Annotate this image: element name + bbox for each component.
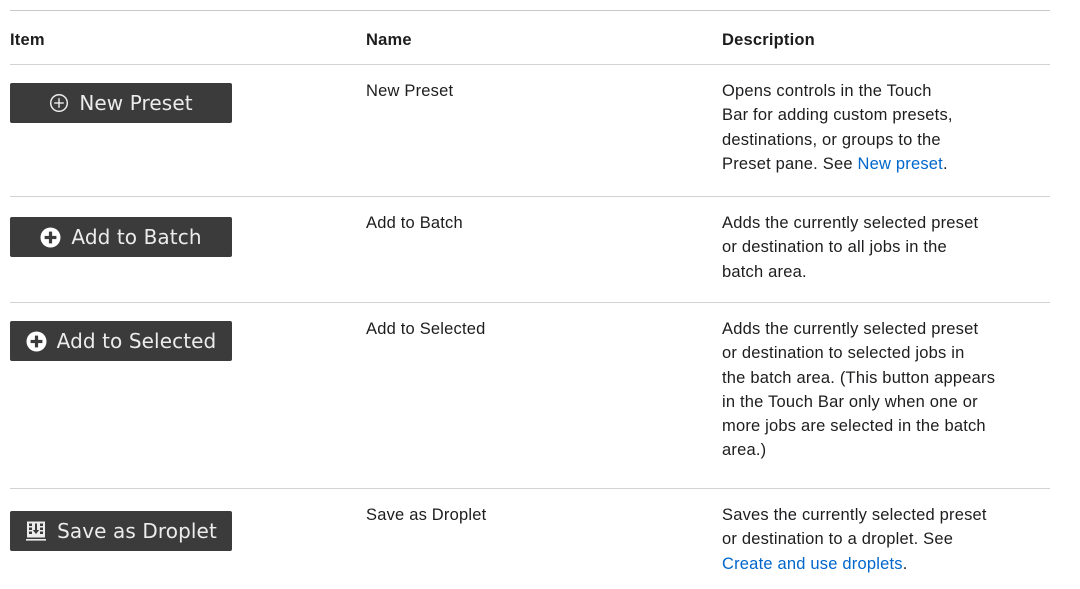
- name-cell: Add to Selected: [366, 320, 486, 338]
- description-line: or destination to selected jobs in: [722, 344, 965, 363]
- description-line: Adds the currently selected preset: [722, 320, 979, 338]
- new-preset-button[interactable]: New Preset: [10, 83, 232, 123]
- header-description: Description: [722, 31, 815, 49]
- description-cell: Opens controls in the Touch Bar for addi…: [722, 65, 1050, 196]
- description-line: Saves the currently selected preset: [722, 506, 987, 524]
- description-line: area.): [722, 441, 767, 460]
- save-as-droplet-button[interactable]: Save as Droplet: [10, 511, 232, 551]
- table-row: Add to Selected Add to Selected Adds the…: [10, 303, 1050, 489]
- name-cell: New Preset: [366, 82, 454, 100]
- description-cell: Adds the currently selected preset or de…: [722, 303, 1050, 488]
- name-cell: Save as Droplet: [366, 506, 487, 524]
- description-line: Create and use droplets.: [722, 552, 1050, 576]
- droplet-download-icon: [25, 520, 47, 542]
- description-line: in the Touch Bar only when one or: [722, 392, 978, 411]
- create-and-use-droplets-link[interactable]: Create and use droplets: [722, 555, 903, 573]
- description-line: destinations, or groups to the: [722, 130, 941, 149]
- description-line: Bar for adding custom presets,: [722, 106, 953, 125]
- new-preset-link[interactable]: New preset: [858, 155, 943, 173]
- header-name: Name: [366, 31, 412, 49]
- description-cell: Adds the currently selected preset or de…: [722, 197, 1050, 302]
- table-row: Save as Droplet Save as Droplet Saves th…: [10, 489, 1050, 589]
- button-label: Add to Selected: [56, 328, 217, 353]
- item-cell: Add to Selected: [10, 303, 366, 488]
- description-text: .: [902, 554, 908, 573]
- table-row: New Preset New Preset Opens controls in …: [10, 65, 1050, 197]
- description-cell: Saves the currently selected preset or d…: [722, 489, 1050, 589]
- circle-plus-outline-icon: [49, 93, 69, 113]
- button-label: Add to Batch: [71, 224, 202, 249]
- touch-bar-table: Item Name Description New Preset New Pre…: [10, 10, 1050, 589]
- item-cell: Save as Droplet: [10, 489, 366, 589]
- description-line: more jobs are selected in the batch: [722, 417, 986, 436]
- description-line: Preset pane. See New preset.: [722, 152, 1050, 176]
- description-line: or destination to all jobs in the: [722, 238, 947, 257]
- header-item: Item: [10, 31, 45, 49]
- name-cell: Add to Batch: [366, 214, 463, 232]
- circle-plus-filled-icon: [26, 331, 47, 352]
- table-row: Add to Batch Add to Batch Adds the curre…: [10, 197, 1050, 303]
- description-text: .: [942, 154, 948, 173]
- circle-plus-filled-icon: [40, 227, 61, 248]
- description-text: Preset pane. See: [722, 154, 858, 173]
- add-to-batch-button[interactable]: Add to Batch: [10, 217, 232, 257]
- item-cell: New Preset: [10, 65, 366, 196]
- table-header: Item Name Description: [10, 11, 1050, 65]
- description-line: Adds the currently selected preset: [722, 214, 979, 232]
- add-to-selected-button[interactable]: Add to Selected: [10, 321, 232, 361]
- button-label: Save as Droplet: [57, 518, 217, 543]
- description-line: Opens controls in the Touch: [722, 82, 932, 100]
- description-line: or destination to a droplet. See: [722, 530, 954, 549]
- button-label: New Preset: [79, 90, 193, 115]
- description-line: batch area.: [722, 262, 807, 281]
- item-cell: Add to Batch: [10, 197, 366, 302]
- description-line: the batch area. (This button appears: [722, 368, 996, 387]
